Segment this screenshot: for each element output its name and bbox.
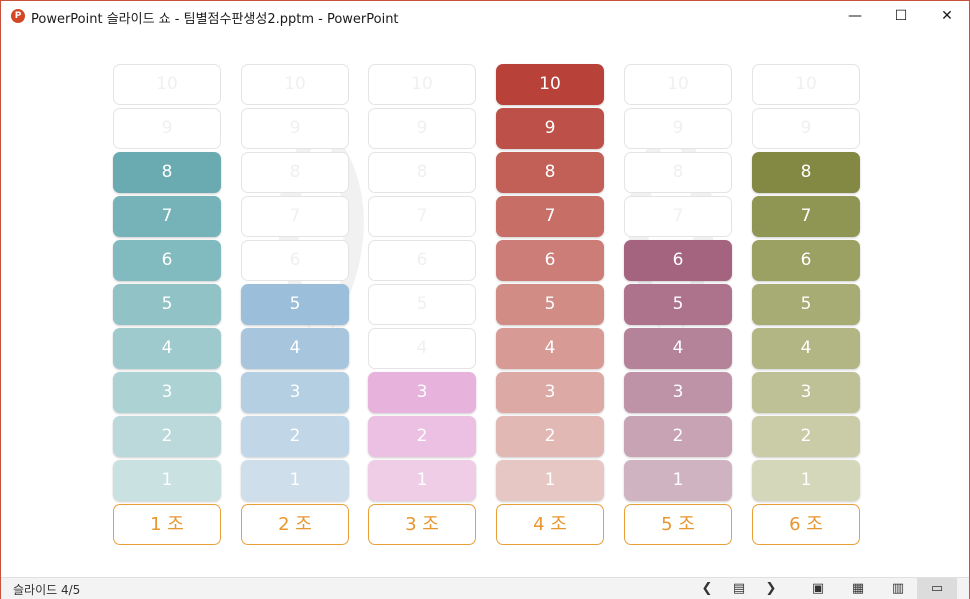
score-cell[interactable]: 9: [113, 108, 221, 149]
score-cell[interactable]: 4: [624, 328, 732, 369]
score-cell[interactable]: 1: [368, 460, 476, 501]
score-cell[interactable]: 2: [752, 416, 860, 457]
team-label[interactable]: 6 조: [752, 504, 860, 545]
minimize-button[interactable]: —: [832, 1, 878, 31]
score-cell[interactable]: 8: [496, 152, 604, 193]
score-cell[interactable]: 8: [113, 152, 221, 193]
previous-slide-button[interactable]: ❮: [697, 578, 717, 599]
slides-menu-icon[interactable]: ▤: [729, 578, 749, 599]
score-cell[interactable]: 9: [241, 108, 349, 149]
score-cell[interactable]: 5: [368, 284, 476, 325]
slide-indicator: 슬라이드 4/5: [13, 583, 81, 597]
score-cell[interactable]: 7: [624, 196, 732, 237]
score-cell[interactable]: 7: [752, 196, 860, 237]
score-cell[interactable]: 1: [241, 460, 349, 501]
score-cell[interactable]: 3: [241, 372, 349, 413]
score-cell[interactable]: 7: [496, 196, 604, 237]
score-cell[interactable]: 3: [368, 372, 476, 413]
score-cell[interactable]: 1: [496, 460, 604, 501]
score-cell[interactable]: 1: [752, 460, 860, 501]
close-button[interactable]: ✕: [924, 1, 970, 31]
score-cell[interactable]: 4: [241, 328, 349, 369]
powerpoint-icon: P: [11, 9, 25, 23]
score-cell[interactable]: 10: [752, 64, 860, 105]
score-cell[interactable]: 1: [113, 460, 221, 501]
score-cell[interactable]: 6: [241, 240, 349, 281]
score-cell[interactable]: 8: [368, 152, 476, 193]
score-cell[interactable]: 7: [241, 196, 349, 237]
score-cell[interactable]: 3: [624, 372, 732, 413]
team-label[interactable]: 3 조: [368, 504, 476, 545]
score-cell[interactable]: 10: [113, 64, 221, 105]
score-cell[interactable]: 5: [496, 284, 604, 325]
score-cell[interactable]: 4: [113, 328, 221, 369]
score-cell[interactable]: 5: [241, 284, 349, 325]
score-cell[interactable]: 2: [624, 416, 732, 457]
maximize-button[interactable]: ☐: [878, 1, 924, 31]
score-cell[interactable]: 6: [496, 240, 604, 281]
score-cell[interactable]: 3: [113, 372, 221, 413]
team-label[interactable]: 4 조: [496, 504, 604, 545]
score-cell[interactable]: 9: [368, 108, 476, 149]
score-cell[interactable]: 5: [113, 284, 221, 325]
score-cell[interactable]: 9: [496, 108, 604, 149]
score-cell[interactable]: 6: [624, 240, 732, 281]
score-cell[interactable]: 3: [752, 372, 860, 413]
score-cell[interactable]: 3: [496, 372, 604, 413]
powerpoint-window: P PowerPoint 슬라이드 쇼 - 팀별점수판생성2.pptm - Po…: [0, 0, 970, 599]
score-cell[interactable]: 9: [752, 108, 860, 149]
score-cell[interactable]: 10: [624, 64, 732, 105]
slide-sorter-view-icon[interactable]: ▦: [845, 578, 871, 599]
score-cell[interactable]: 7: [113, 196, 221, 237]
score-cell[interactable]: 2: [113, 416, 221, 457]
normal-view-icon[interactable]: ▣: [805, 578, 831, 599]
score-cell[interactable]: 5: [624, 284, 732, 325]
score-cell[interactable]: 10: [241, 64, 349, 105]
team-label[interactable]: 1 조: [113, 504, 221, 545]
reading-view-icon[interactable]: ▥: [885, 578, 911, 599]
score-cell[interactable]: 6: [368, 240, 476, 281]
score-cell[interactable]: 5: [752, 284, 860, 325]
score-cell[interactable]: 4: [368, 328, 476, 369]
score-cell[interactable]: 10: [496, 64, 604, 105]
score-cell[interactable]: 8: [624, 152, 732, 193]
score-cell[interactable]: 10: [368, 64, 476, 105]
score-cell[interactable]: 8: [241, 152, 349, 193]
status-bar: 슬라이드 4/5 ❮ ▤ ❯ ▣ ▦ ▥ ▭: [1, 577, 969, 599]
score-cell[interactable]: 4: [496, 328, 604, 369]
score-cell[interactable]: 6: [752, 240, 860, 281]
score-cell[interactable]: 9: [624, 108, 732, 149]
score-cell[interactable]: 2: [241, 416, 349, 457]
next-slide-button[interactable]: ❯: [761, 578, 781, 599]
team-label[interactable]: 5 조: [624, 504, 732, 545]
team-label[interactable]: 2 조: [241, 504, 349, 545]
score-cell[interactable]: 7: [368, 196, 476, 237]
score-cell[interactable]: 8: [752, 152, 860, 193]
window-title: PowerPoint 슬라이드 쇼 - 팀별점수판생성2.pptm - Powe…: [31, 12, 399, 27]
title-bar: P PowerPoint 슬라이드 쇼 - 팀별점수판생성2.pptm - Po…: [1, 1, 969, 31]
score-cell[interactable]: 2: [496, 416, 604, 457]
score-cell[interactable]: 6: [113, 240, 221, 281]
score-cell[interactable]: 4: [752, 328, 860, 369]
score-cell[interactable]: 2: [368, 416, 476, 457]
slideshow-view-icon[interactable]: ▭: [917, 578, 957, 599]
slide-canvas[interactable]: 10 9 8 7 6 5 4 3 2 1 1 조 10 9 8 7 6 5 4 3 2 1 2 조 10 9 8 7 6 5 4 3 2 1 3…: [1, 31, 969, 577]
score-cell[interactable]: 1: [624, 460, 732, 501]
